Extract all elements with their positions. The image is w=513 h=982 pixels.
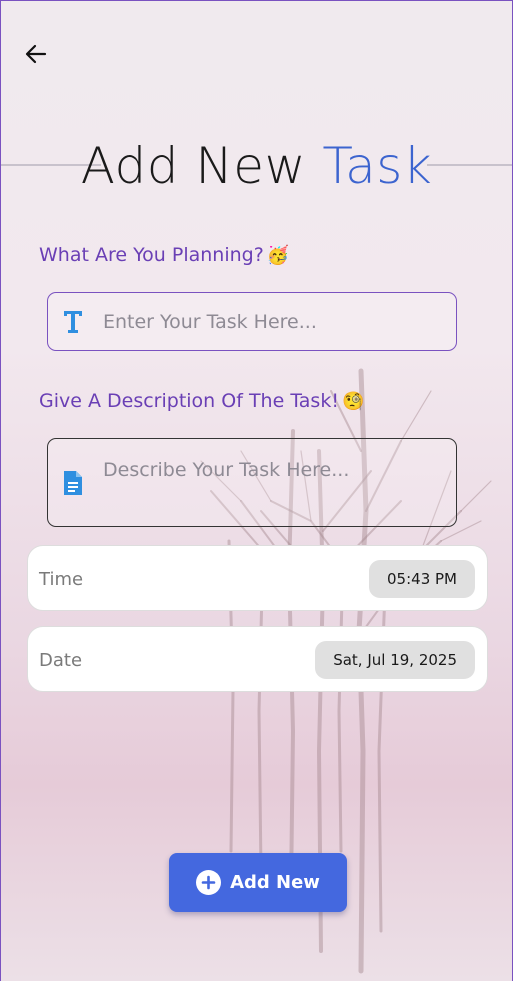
- description-field-label-text: Give A Description Of The Task!: [39, 390, 339, 412]
- description-field-label: Give A Description Of The Task! 🧐: [39, 390, 364, 412]
- task-title-input[interactable]: Enter Your Task Here...: [47, 292, 457, 351]
- party-face-emoji: 🥳: [266, 245, 290, 266]
- title-accent-text: Task: [322, 137, 433, 195]
- time-card: Time 05:43 PM: [27, 545, 488, 611]
- time-value: 05:43 PM: [387, 570, 457, 588]
- page-title: Add New Task: [1, 137, 512, 195]
- time-picker-button[interactable]: 05:43 PM: [369, 560, 475, 598]
- page-title-row: Add New Task: [1, 137, 512, 197]
- document-icon: [64, 471, 82, 495]
- back-button[interactable]: [19, 37, 53, 71]
- add-new-label: Add New: [230, 872, 320, 893]
- task-field-label-text: What Are You Planning?: [39, 244, 264, 266]
- task-description-input[interactable]: Describe Your Task Here...: [47, 438, 457, 527]
- text-t-icon: [64, 311, 82, 333]
- task-description-placeholder: Describe Your Task Here...: [103, 459, 350, 481]
- task-field-label: What Are You Planning? 🥳: [39, 244, 289, 266]
- add-new-button[interactable]: Add New: [169, 853, 347, 912]
- arrow-left-icon: [25, 44, 47, 64]
- plus-circle-icon: [196, 870, 222, 895]
- date-value: Sat, Jul 19, 2025: [333, 651, 457, 669]
- date-picker-button[interactable]: Sat, Jul 19, 2025: [315, 641, 475, 679]
- date-label: Date: [39, 650, 83, 671]
- task-title-placeholder: Enter Your Task Here...: [103, 311, 317, 333]
- time-label: Time: [39, 569, 84, 590]
- title-text: Add New: [80, 137, 306, 195]
- date-card: Date Sat, Jul 19, 2025: [27, 626, 488, 692]
- add-task-screen: Add New Task What Are You Planning? 🥳 Ent…: [0, 0, 513, 981]
- monocle-face-emoji: 🧐: [341, 391, 365, 412]
